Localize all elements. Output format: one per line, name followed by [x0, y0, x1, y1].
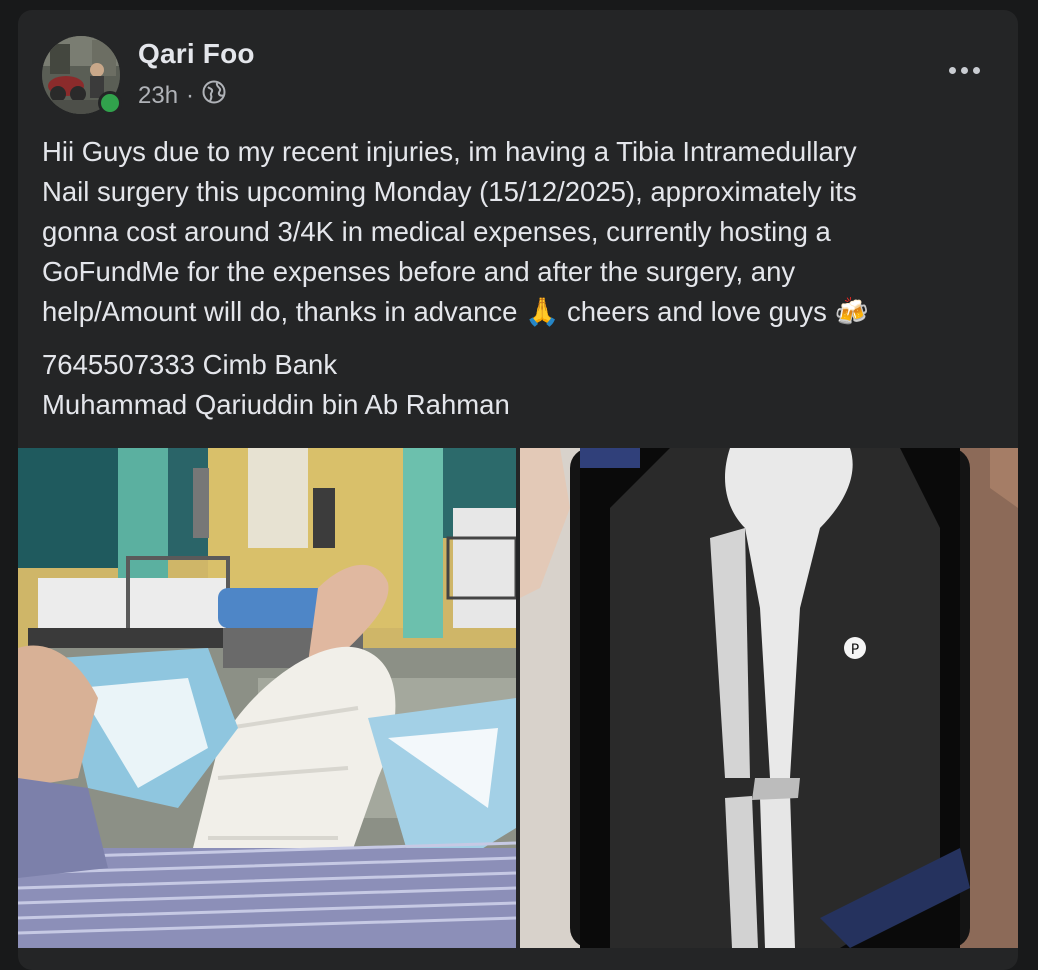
post-text-line: Hii Guys due to my recent injuries, im h… [42, 136, 857, 167]
bank-account: 7645507333 Cimb Bank [42, 349, 338, 380]
post-card: Qari Foo 23h · Hii Guys due to my recent… [18, 10, 1018, 970]
more-options-button[interactable] [940, 52, 988, 88]
post-header: Qari Foo 23h · [18, 10, 1018, 130]
post-text-line: Nail surgery this upcoming Monday (15/12… [42, 176, 857, 207]
photo-hospital-leg[interactable] [18, 448, 516, 948]
post-text: Hii Guys due to my recent injuries, im h… [42, 132, 992, 332]
author-name[interactable]: Qari Foo [138, 38, 255, 70]
photo-xray-phone[interactable]: P [520, 448, 1018, 948]
post-text-line: help/Amount will do, thanks in advance 🙏… [42, 296, 869, 327]
photo-grid: P [18, 448, 1018, 948]
post-text-line: GoFundMe for the expenses before and aft… [42, 256, 796, 287]
post-time[interactable]: 23h [138, 82, 178, 110]
more-options-icon [948, 66, 956, 74]
online-status-dot [98, 91, 122, 115]
globe-icon [202, 80, 226, 111]
svg-text:P: P [851, 642, 859, 658]
account-name: Muhammad Qariuddin bin Ab Rahman [42, 389, 510, 420]
post-meta: 23h · [138, 80, 226, 111]
post-text-line: gonna cost around 3/4K in medical expens… [42, 216, 831, 247]
bank-details: 7645507333 Cimb Bank Muhammad Qariuddin … [42, 345, 510, 425]
meta-separator: · [186, 81, 195, 109]
